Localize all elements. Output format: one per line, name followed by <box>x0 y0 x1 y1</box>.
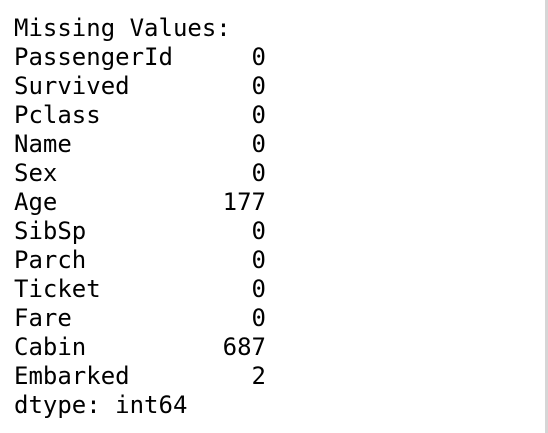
missing-count: 0 <box>251 217 266 245</box>
row-parch: Parch 0 <box>14 246 266 275</box>
missing-count: 0 <box>251 130 266 158</box>
column-name: Fare <box>14 304 72 332</box>
column-name: Pclass <box>14 101 101 129</box>
row-passengerid: PassengerId 0 <box>14 43 266 72</box>
missing-count: 0 <box>251 275 266 303</box>
missing-count: 0 <box>251 159 266 187</box>
output-heading: Missing Values: <box>14 14 231 42</box>
missing-count: 0 <box>251 43 266 71</box>
missing-count: 2 <box>251 362 266 390</box>
row-sex: Sex 0 <box>14 159 266 188</box>
console-output-panel: Missing Values: PassengerId 0 Survived 0… <box>0 0 548 433</box>
row-embarked: Embarked 2 <box>14 362 266 391</box>
column-name: SibSp <box>14 217 87 245</box>
missing-count: 0 <box>251 72 266 100</box>
row-name: Name 0 <box>14 130 266 159</box>
missing-count: 0 <box>251 101 266 129</box>
column-name: Ticket <box>14 275 101 303</box>
missing-values-output: Missing Values: PassengerId 0 Survived 0… <box>14 14 266 420</box>
row-sibsp: SibSp 0 <box>14 217 266 246</box>
column-name: Parch <box>14 246 87 274</box>
column-name: Cabin <box>14 333 87 361</box>
column-name: PassengerId <box>14 43 173 71</box>
missing-count: 687 <box>222 333 266 361</box>
row-pclass: Pclass 0 <box>14 101 266 130</box>
row-survived: Survived 0 <box>14 72 266 101</box>
row-cabin: Cabin 687 <box>14 333 266 362</box>
column-name: Name <box>14 130 72 158</box>
dtype-line: dtype: int64 <box>14 391 188 419</box>
missing-count: 177 <box>222 188 266 216</box>
missing-count: 0 <box>251 246 266 274</box>
column-name: Embarked <box>14 362 130 390</box>
column-name: Survived <box>14 72 130 100</box>
missing-count: 0 <box>251 304 266 332</box>
row-ticket: Ticket 0 <box>14 275 266 304</box>
row-age: Age 177 <box>14 188 266 217</box>
row-fare: Fare 0 <box>14 304 266 333</box>
column-name: Sex <box>14 159 58 187</box>
column-name: Age <box>14 188 58 216</box>
